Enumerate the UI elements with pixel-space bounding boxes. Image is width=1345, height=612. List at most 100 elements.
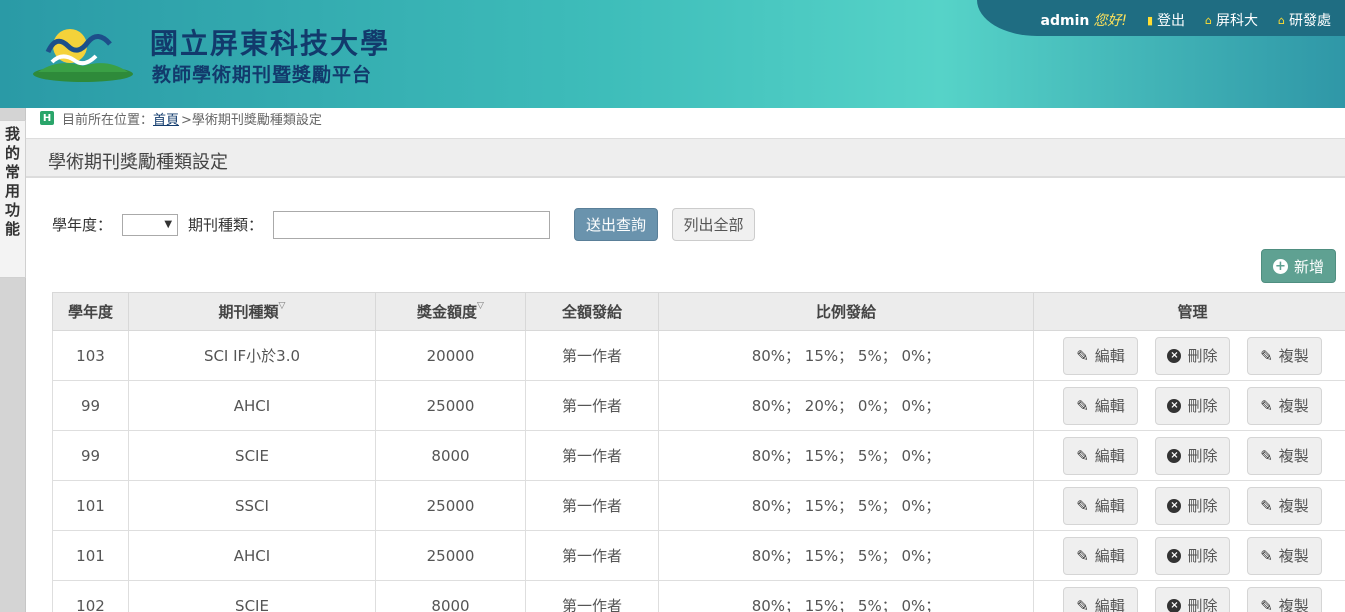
copy-button[interactable]: ✎ 複製 [1247,386,1322,425]
rd-office-label: 研發處 [1289,13,1331,29]
tab-char: 的 [4,144,20,162]
greeting-text: 您好! [1093,13,1127,29]
cell-amount: 25000 [375,530,526,581]
cell-amount: 20000 [375,330,526,381]
cell-type: SCI IF小於3.0 [128,330,376,381]
copy-button[interactable]: ✎ 複製 [1247,586,1322,612]
tab-char: 我 [4,125,20,143]
cell-ratio: 80%； 20%； 0%； 0%； [658,380,1034,431]
delete-button-label: 刪除 [1187,597,1218,612]
cell-year: 99 [52,380,129,431]
home-icon: ⌂ [1278,13,1285,27]
delete-circle-icon: × [1167,348,1182,363]
logout-icon: ▮ [1146,13,1154,27]
delete-button[interactable]: × 刪除 [1155,586,1230,612]
edit-button-label: 編輯 [1094,597,1125,612]
university-logo-icon[interactable] [28,22,138,86]
delete-button-label: 刪除 [1187,397,1218,415]
col-manage: 管理 [1033,292,1345,331]
delete-button-label: 刪除 [1187,347,1218,365]
sort-icon[interactable]: ▽ [477,301,484,311]
table-row: 99 AHCI 25000 第一作者 80%； 20%； 0%； 0%； ✎ 編輯 × 刪除 ✎ 複… [52,380,1345,431]
delete-button[interactable]: × 刪除 [1155,536,1230,575]
table-header-row: 學年度 期刊種類▽ 獎金額度▽ 全額發給 比例發給 管理 [52,292,1345,331]
tab-char: 功 [4,201,20,219]
col-ratio-label: 比例發給 [815,303,876,321]
table-row: 101 SSCI 25000 第一作者 80%； 15%； 5%； 0%； ✎ 編輯 × 刪除 ✎… [52,480,1345,531]
copy-button[interactable]: ✎ 複製 [1247,536,1322,575]
edit-button[interactable]: ✎ 編輯 [1063,336,1138,375]
cell-type: SSCI [128,480,376,531]
edit-button[interactable]: ✎ 編輯 [1063,536,1138,575]
cell-manage: ✎ 編輯 × 刪除 ✎ 複製 [1033,530,1345,581]
cell-year: 102 [52,580,129,612]
delete-circle-icon: × [1167,448,1182,463]
edit-button[interactable]: ✎ 編輯 [1063,436,1138,475]
copy-button-label: 複製 [1278,547,1309,565]
cell-ratio: 80%； 15%； 5%； 0%； [658,580,1034,612]
col-year: 學年度 [52,292,129,331]
top-user-bar: admin 您好! ▮ 登出 ⌂ 屏科大 ⌂ 研發處 [977,0,1345,36]
edit-button-label: 編輯 [1094,497,1125,515]
copy-button[interactable]: ✎ 複製 [1247,436,1322,475]
cell-manage: ✎ 編輯 × 刪除 ✎ 複製 [1033,580,1345,612]
add-button[interactable]: + 新增 [1261,249,1336,283]
award-types-table: 學年度 期刊種類▽ 獎金額度▽ 全額發給 比例發給 管理 103 SCI IF小於… [52,292,1345,612]
edit-button[interactable]: ✎ 編輯 [1063,586,1138,612]
favorites-tab[interactable]: 我 的 常 用 功 能 [0,120,26,278]
table-row: 99 SCIE 8000 第一作者 80%； 15%； 5%； 0%； ✎ 編輯 × 刪除 ✎ 複製 [52,430,1345,481]
delete-button[interactable]: × 刪除 [1155,436,1230,475]
table-row: 103 SCI IF小於3.0 20000 第一作者 80%； 15%； 5%； 0%；… [52,330,1345,381]
breadcrumb-prefix: 目前所在位置： [62,112,154,128]
year-select[interactable]: ▼ [122,213,179,236]
npust-link[interactable]: ⌂ 屏科大 [1205,10,1258,30]
col-year-label: 學年度 [67,303,113,321]
delete-circle-icon: × [1167,498,1182,513]
delete-button-label: 刪除 [1187,447,1218,465]
delete-circle-icon: × [1167,548,1182,563]
page-title: 學術期刊獎勵種類設定 [48,152,228,173]
delete-button[interactable]: × 刪除 [1155,386,1230,425]
cell-type: AHCI [128,530,376,581]
pencil-icon: ✎ [1260,346,1273,365]
pencil-icon: ✎ [1076,446,1089,465]
pencil-icon: ✎ [1260,496,1273,515]
copy-button-label: 複製 [1278,597,1309,612]
copy-button-label: 複製 [1278,347,1309,365]
edit-button-label: 編輯 [1094,447,1125,465]
copy-button-label: 複製 [1278,447,1309,465]
cell-full: 第一作者 [525,430,659,481]
logout-link[interactable]: ▮ 登出 [1147,10,1185,30]
plus-circle-icon: + [1272,258,1288,274]
journal-type-label: 期刊種類： [188,216,264,234]
pencil-icon: ✎ [1260,596,1273,612]
journal-type-input[interactable] [273,210,551,239]
breadcrumb-home-link[interactable]: 首頁 [153,109,179,128]
cell-year: 101 [52,480,129,531]
list-all-button[interactable]: 列出全部 [672,208,756,241]
delete-button[interactable]: × 刪除 [1155,336,1230,375]
pencil-icon: ✎ [1076,346,1089,365]
rd-office-link[interactable]: ⌂ 研發處 [1278,10,1331,30]
cell-full: 第一作者 [525,480,659,531]
cell-type: AHCI [128,380,376,431]
copy-button-label: 複製 [1278,497,1309,515]
copy-button-label: 複製 [1278,397,1309,415]
copy-button[interactable]: ✎ 複製 [1247,486,1322,525]
copy-button[interactable]: ✎ 複製 [1247,336,1322,375]
cell-ratio: 80%； 15%； 5%； 0%； [658,530,1034,581]
chevron-down-icon: ▼ [164,219,173,230]
delete-button[interactable]: × 刪除 [1155,486,1230,525]
pencil-icon: ✎ [1260,446,1273,465]
tab-char: 用 [4,182,20,200]
edit-button[interactable]: ✎ 編輯 [1063,386,1138,425]
submit-query-button[interactable]: 送出查詢 [574,208,659,241]
cell-year: 99 [52,430,129,481]
cell-manage: ✎ 編輯 × 刪除 ✎ 複製 [1033,330,1345,381]
breadcrumb-current: >學術期刊獎勵種類設定 [181,112,322,128]
sort-icon[interactable]: ▽ [279,301,286,311]
col-amount[interactable]: 獎金額度▽ [375,292,526,331]
delete-circle-icon: × [1167,398,1182,413]
col-journal-type[interactable]: 期刊種類▽ [128,292,376,331]
edit-button[interactable]: ✎ 編輯 [1063,486,1138,525]
